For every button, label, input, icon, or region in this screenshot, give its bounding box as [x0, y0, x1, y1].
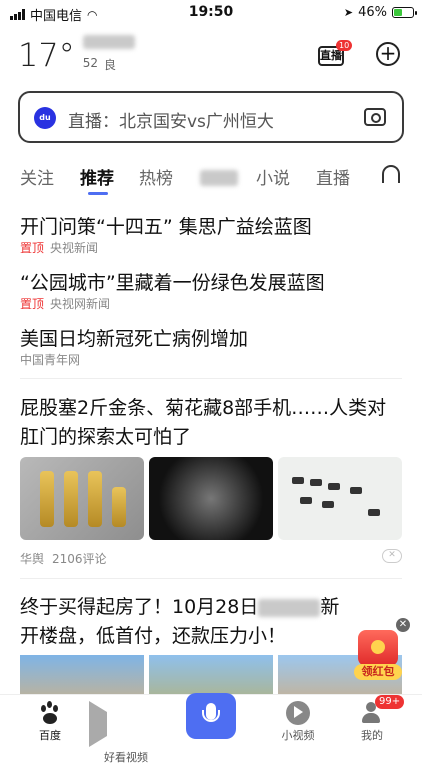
- weather-widget[interactable]: 17° 52 良: [18, 34, 135, 75]
- aqi-value: 52: [82, 56, 98, 70]
- nav-profile-label: 我的: [361, 729, 383, 742]
- gold-bar: [40, 471, 54, 527]
- phone-item: [322, 501, 334, 508]
- phone-item: [368, 509, 380, 516]
- news-source: 央视网新闻: [50, 297, 111, 311]
- tab-live[interactable]: 直播: [316, 164, 350, 189]
- divider: [20, 578, 402, 579]
- baidu-paw-icon: [38, 701, 62, 725]
- voice-search-button[interactable]: [186, 693, 236, 739]
- temperature: 17°: [18, 36, 75, 74]
- gold-bar: [88, 471, 102, 527]
- nav-home[interactable]: 百度: [8, 701, 92, 743]
- play-icon: [89, 701, 131, 747]
- nav-haokan-video[interactable]: 好看视频: [84, 701, 168, 765]
- location-icon: ➤: [343, 6, 354, 19]
- nav-short-video-label: 小视频: [281, 729, 315, 742]
- article-meta-1: 华舆 2106评论: [20, 550, 107, 567]
- phone-item: [310, 479, 322, 486]
- tab-novel[interactable]: 小说: [256, 164, 290, 189]
- article-image-building-2[interactable]: [149, 655, 273, 695]
- phone-item: [300, 497, 312, 504]
- nav-home-label: 百度: [39, 729, 61, 742]
- close-icon[interactable]: ✕: [396, 618, 410, 632]
- news-title-3[interactable]: 美国日均新冠死亡病例增加: [20, 324, 248, 351]
- tab-blurred[interactable]: [200, 170, 238, 186]
- search-box[interactable]: 直播：北京国安vs广州恒大: [18, 91, 404, 143]
- phone-item: [328, 483, 340, 490]
- tab-recommend[interactable]: 推荐: [80, 164, 114, 189]
- article-title-1[interactable]: 屁股塞2斤金条、菊花藏8部手机……人类对肛门的探索太可怕了: [20, 394, 404, 452]
- nav-short-video[interactable]: 小视频: [256, 701, 340, 743]
- tab-hot[interactable]: 热榜: [139, 164, 173, 189]
- news-meta-1: 置顶 央视新闻: [20, 239, 98, 256]
- play-circle-icon: [286, 701, 310, 725]
- channel-tabs: 关注 推荐 热榜 小说 直播: [0, 160, 422, 196]
- tab-indicator: [88, 192, 108, 195]
- divider: [20, 378, 402, 379]
- microphone-stand: [202, 710, 220, 722]
- pinned-tag: 置顶: [20, 241, 45, 255]
- plus-icon: +: [379, 41, 397, 65]
- article-image-xray[interactable]: [149, 457, 273, 540]
- pinned-tag: 置顶: [20, 297, 45, 311]
- aqi-label: 良: [104, 58, 117, 72]
- article-comments: 2106评论: [52, 552, 107, 566]
- add-button[interactable]: +: [376, 42, 400, 66]
- gold-bar: [64, 471, 78, 527]
- headphone-icon[interactable]: [382, 165, 400, 183]
- phone-item: [350, 487, 362, 494]
- news-source: 中国青年网: [20, 353, 81, 367]
- red-envelope-icon: [358, 630, 398, 666]
- news-meta-2: 置顶 央视网新闻: [20, 295, 110, 312]
- news-title-1[interactable]: 开门问策“十四五” 集思广益绘蓝图: [20, 212, 312, 239]
- article-title-2[interactable]: 终于买得起房了！10月28日 新开楼盘，低首付，还款压力小！: [20, 593, 350, 651]
- camera-icon[interactable]: [364, 108, 386, 126]
- tab-follow[interactable]: 关注: [20, 164, 54, 189]
- red-packet-float[interactable]: 领红包 ✕: [352, 618, 410, 680]
- live-tv-button[interactable]: 直播 10: [316, 40, 353, 70]
- article-image-gold[interactable]: [20, 457, 144, 540]
- phone-item: [292, 477, 304, 484]
- article-source: 华舆: [20, 552, 45, 566]
- news-meta-3: 中国青年网: [20, 351, 80, 368]
- baidu-logo-icon: [34, 107, 56, 129]
- city-name-blurred: [82, 35, 135, 49]
- battery-icon: [392, 7, 417, 18]
- dislike-icon[interactable]: ✕: [382, 549, 402, 563]
- news-source: 央视新闻: [50, 241, 99, 255]
- battery-percent: 46%: [358, 5, 387, 20]
- status-bar: 中国电信 ◠ 19:50 ➤ 46%: [0, 0, 422, 26]
- red-packet-label: 领红包: [354, 664, 402, 680]
- article-image-building-1[interactable]: [20, 655, 144, 695]
- redacted-text: [258, 598, 321, 617]
- article2-title-part1: 终于买得起房了！10月28日: [20, 596, 259, 618]
- profile-badge: 99+: [375, 695, 405, 709]
- article-image-phones[interactable]: [278, 457, 402, 540]
- news-title-2[interactable]: “公园城市”里藏着一份绿色发展蓝图: [20, 268, 325, 295]
- bottom-nav: 百度 好看视频 小视频 我的 99+: [0, 693, 422, 764]
- gold-bar: [112, 487, 126, 527]
- search-hint: 直播：北京国安vs广州恒大: [68, 112, 274, 132]
- nav-haokan-label: 好看视频: [104, 751, 148, 764]
- live-badge: 10: [336, 40, 353, 51]
